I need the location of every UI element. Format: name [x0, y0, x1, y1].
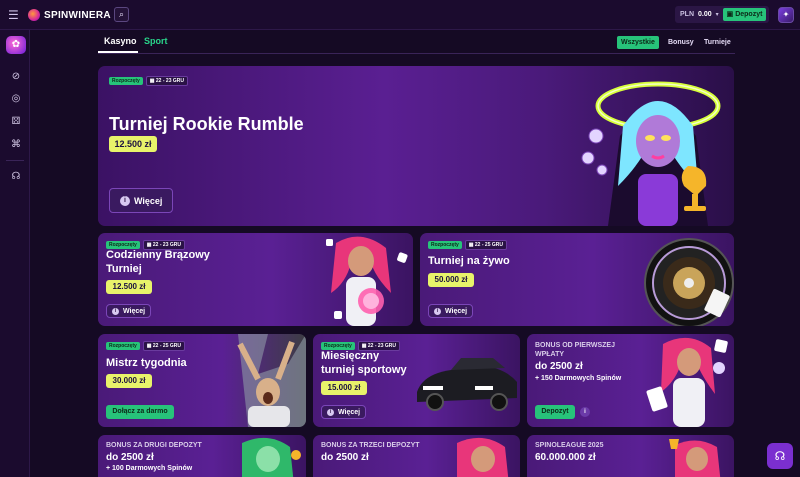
athlete-art — [237, 334, 306, 427]
dice-icon[interactable]: ⚄ — [9, 115, 23, 129]
date-badge: ▦ 22 - 25 GRU — [142, 341, 185, 351]
card-character-art — [326, 236, 408, 326]
sidebar-divider — [6, 160, 24, 161]
casino-chip-icon[interactable]: ◎ — [9, 92, 23, 106]
sports-icon[interactable]: ⊘ — [9, 70, 23, 84]
sidebar: ✿ ⊘ ◎ ⚄ ⌘ ☊ — [0, 30, 30, 477]
wallet[interactable]: PLN 0.00 ▾ ▣ Depozyt — [675, 6, 770, 23]
bonus-character-art — [242, 437, 301, 477]
promo-icon[interactable]: ✿ — [6, 36, 26, 54]
sports-car-art — [417, 358, 517, 411]
info-icon: i — [120, 195, 130, 206]
date-badge: ▦ 22 - 23 GRU — [145, 76, 188, 86]
sport-tournament-card[interactable]: Rozpoczęty ▦ 22 - 23 GRU Miesięczny turn… — [313, 334, 520, 427]
date-badge: ▦ 22 - 25 GRU — [464, 240, 507, 250]
info-icon[interactable]: i — [580, 407, 590, 417]
second-deposit-bonus-card[interactable]: BONUS ZA DRUGI DEPOZYT do 2500 zł + 100 … — [98, 435, 306, 477]
card-more-button[interactable]: i Więcej — [106, 304, 152, 318]
wallet-balance: 0.00 — [698, 11, 712, 18]
hero-tournament-card[interactable]: Rozpoczęty ▦ 22 - 23 GRU Turniej Rookie … — [98, 66, 734, 226]
search-button[interactable]: ⌕ — [114, 7, 129, 22]
logo[interactable]: SPINWINERA — [28, 8, 111, 22]
filter-wszystkie[interactable]: Wszystkie — [617, 36, 659, 49]
bonus-amount: do 2500 zł — [321, 452, 369, 463]
status-badge: Rozpoczęty — [428, 241, 462, 249]
wallet-icon: ▣ — [726, 11, 736, 18]
logo-icon — [28, 9, 40, 21]
support-icon[interactable]: ☊ — [9, 170, 23, 184]
bonus-label: BONUS ZA TRZECI DEPOZYT — [321, 442, 420, 449]
status-badge: Rozpoczęty — [106, 342, 140, 350]
chat-support-icon: ☊ — [774, 449, 786, 463]
card-prize: 15.000 zł — [321, 381, 367, 395]
chevron-down-icon: ▾ — [715, 12, 719, 18]
first-deposit-bonus-card[interactable]: BONUS OD PIERWSZEJ WPŁATY do 2500 zł + 1… — [527, 334, 734, 427]
card-prize: 12.500 zł — [106, 280, 152, 294]
info-icon: i — [327, 408, 334, 416]
filter-turnieje[interactable]: Turnieje — [700, 36, 735, 49]
user-avatar-icon[interactable]: ✦ — [778, 7, 794, 23]
league-prize: 60.000.000 zł — [535, 452, 596, 463]
card-prize: 50.000 zł — [428, 273, 474, 287]
league-character-art — [669, 439, 721, 477]
deposit-button[interactable]: Depozyt — [535, 405, 575, 419]
card-title: Turniej na żywo — [428, 255, 510, 267]
card-title: Mistrz tygodnia — [106, 357, 187, 369]
live-tournament-card[interactable]: Rozpoczęty ▦ 22 - 25 GRU Turniej na żywo… — [420, 233, 734, 326]
third-deposit-bonus-card[interactable]: BONUS ZA TRZECI DEPOZYT do 2500 zł — [313, 435, 520, 477]
bonus-label: BONUS ZA DRUGI DEPOZYT — [106, 442, 202, 449]
join-free-button[interactable]: Dołącz za darmo — [106, 405, 174, 419]
card-title: Codzienny Brązowy Turniej — [106, 249, 210, 275]
card-title: Miesięczny turniej sportowy — [321, 350, 407, 376]
hero-character-art — [581, 81, 721, 226]
tab-kasyno[interactable]: Kasyno — [104, 36, 137, 46]
tabs-divider — [98, 53, 735, 54]
bonus-spins: + 100 Darmowych Spinów — [106, 465, 193, 472]
bonus-label: BONUS OD PIERWSZEJ WPŁATY — [535, 342, 615, 359]
search-icon: ⌕ — [118, 9, 125, 19]
roulette-wheel-art — [644, 238, 734, 326]
wallet-currency: PLN — [680, 11, 694, 18]
chat-support-button[interactable]: ☊ — [767, 443, 793, 469]
bonus-spins: + 150 Darmowych Spinów — [535, 375, 622, 382]
card-prize: 30.000 zł — [106, 374, 152, 388]
hero-prize: 12.500 zł — [109, 136, 157, 152]
info-icon: i — [434, 307, 441, 315]
bonus-amount: do 2500 zł — [535, 361, 583, 372]
master-of-week-card[interactable]: Rozpoczęty ▦ 22 - 25 GRU Mistrz tygodnia… — [98, 334, 306, 427]
gamepad-icon[interactable]: ⌘ — [9, 138, 23, 152]
top-bar: ☰ SPINWINERA ⌕ PLN 0.00 ▾ ▣ Depozyt ✦ — [0, 0, 800, 30]
bonus-character-art — [457, 437, 509, 477]
bonus-amount: do 2500 zł — [106, 452, 154, 463]
deposit-button[interactable]: ▣ Depozyt — [722, 8, 767, 21]
logo-text: SPINWINERA — [44, 9, 111, 21]
spinoleague-card[interactable]: SPINOLEAGUE 2025 60.000.000 zł — [527, 435, 734, 477]
status-badge: Rozpoczęty — [109, 77, 143, 85]
tab-sport[interactable]: Sport — [144, 36, 168, 46]
league-label: SPINOLEAGUE 2025 — [535, 442, 604, 449]
filter-bonusy[interactable]: Bonusy — [664, 36, 698, 49]
status-badge: Rozpoczęty — [106, 241, 140, 249]
card-more-button[interactable]: i Więcej — [321, 405, 367, 419]
hamburger-icon[interactable]: ☰ — [8, 8, 20, 22]
hero-more-button[interactable]: i Więcej — [109, 188, 174, 213]
status-badge: Rozpoczęty — [321, 342, 355, 350]
info-icon: i — [112, 307, 119, 315]
hero-title: Turniej Rookie Rumble — [109, 114, 304, 134]
bronze-tournament-card[interactable]: Rozpoczęty ▦ 22 - 23 GRU Codzienny Brązo… — [98, 233, 413, 326]
bonus-character-art — [646, 337, 728, 427]
card-more-button[interactable]: i Więcej — [428, 304, 474, 318]
